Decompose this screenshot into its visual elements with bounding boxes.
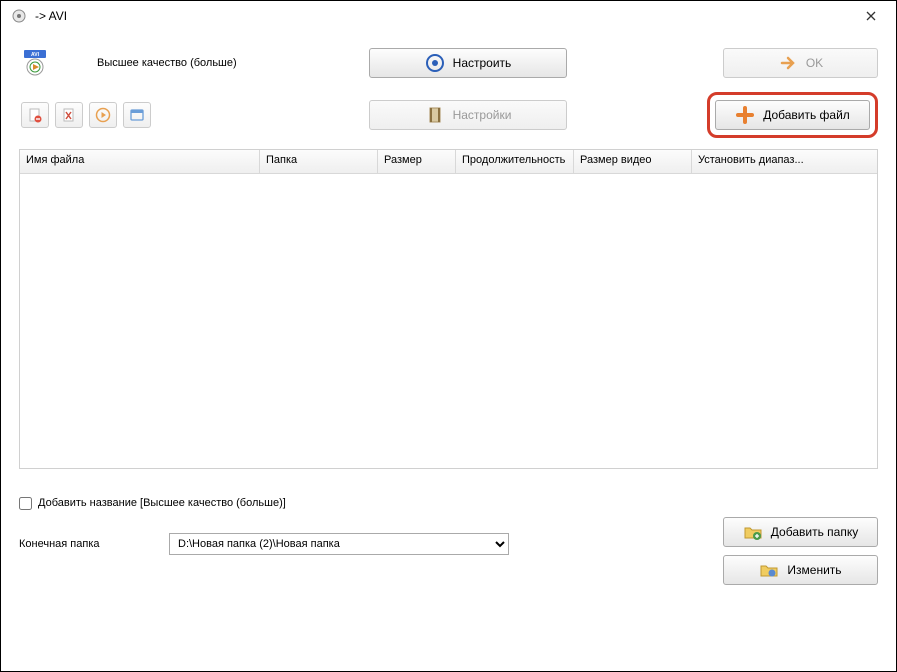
- column-range[interactable]: Установить диапаз...: [692, 150, 877, 173]
- file-table: Имя файла Папка Размер Продолжительность…: [19, 149, 878, 469]
- column-videosize[interactable]: Размер видео: [574, 150, 692, 173]
- dest-folder-row: Конечная папка D:\Новая папка (2)\Новая …: [19, 533, 878, 555]
- table-header: Имя файла Папка Размер Продолжительность…: [20, 150, 877, 174]
- app-icon: [11, 8, 27, 24]
- column-filename[interactable]: Имя файла: [20, 150, 260, 173]
- ok-button[interactable]: OK: [723, 48, 878, 78]
- add-file-button-label: Добавить файл: [763, 108, 850, 122]
- settings-button-label: Настройки: [453, 108, 512, 122]
- second-row: Настройки Добавить файл: [19, 93, 878, 137]
- top-row: AVI Высшее качество (больше) Настроить O…: [19, 43, 878, 83]
- add-file-button[interactable]: Добавить файл: [715, 100, 870, 130]
- page-minus-icon: [27, 107, 43, 123]
- svg-text:AVI: AVI: [31, 52, 40, 58]
- avi-format-icon: AVI: [21, 49, 49, 77]
- titlebar: -> AVI: [1, 1, 896, 31]
- remove-item-button[interactable]: [21, 102, 49, 128]
- close-icon: [866, 11, 876, 21]
- plus-icon: [735, 105, 755, 125]
- ok-button-label: OK: [806, 56, 823, 70]
- play-icon: [95, 107, 111, 123]
- configure-button-label: Настроить: [453, 56, 512, 70]
- change-button[interactable]: Изменить: [723, 555, 878, 585]
- column-size[interactable]: Размер: [378, 150, 456, 173]
- arrow-right-icon: [778, 53, 798, 73]
- column-duration[interactable]: Продолжительность: [456, 150, 574, 173]
- column-folder[interactable]: Папка: [260, 150, 378, 173]
- page-x-icon: [61, 107, 77, 123]
- change-button-label: Изменить: [787, 563, 841, 577]
- add-title-row: Добавить название [Высшее качество (боль…: [19, 489, 878, 517]
- dest-folder-select[interactable]: D:\Новая папка (2)\Новая папка: [169, 533, 509, 555]
- gear-icon: [425, 53, 445, 73]
- info-button[interactable]: [123, 102, 151, 128]
- configure-button[interactable]: Настроить: [369, 48, 567, 78]
- clear-button[interactable]: [55, 102, 83, 128]
- window-title: -> AVI: [35, 9, 856, 23]
- window-icon: [129, 107, 145, 123]
- small-toolbar: [21, 102, 151, 128]
- close-button[interactable]: [856, 1, 886, 31]
- bottom-area: Добавить название [Высшее качество (боль…: [19, 489, 878, 563]
- folder-edit-icon: [759, 560, 779, 580]
- play-button[interactable]: [89, 102, 117, 128]
- settings-button[interactable]: Настройки: [369, 100, 567, 130]
- add-title-label: Добавить название [Высшее качество (боль…: [38, 497, 286, 509]
- highlight-ring: Добавить файл: [707, 92, 878, 138]
- film-icon: [425, 105, 445, 125]
- add-title-checkbox[interactable]: [19, 497, 32, 510]
- dest-folder-label: Конечная папка: [19, 538, 149, 550]
- quality-label: Высшее качество (больше): [97, 57, 237, 69]
